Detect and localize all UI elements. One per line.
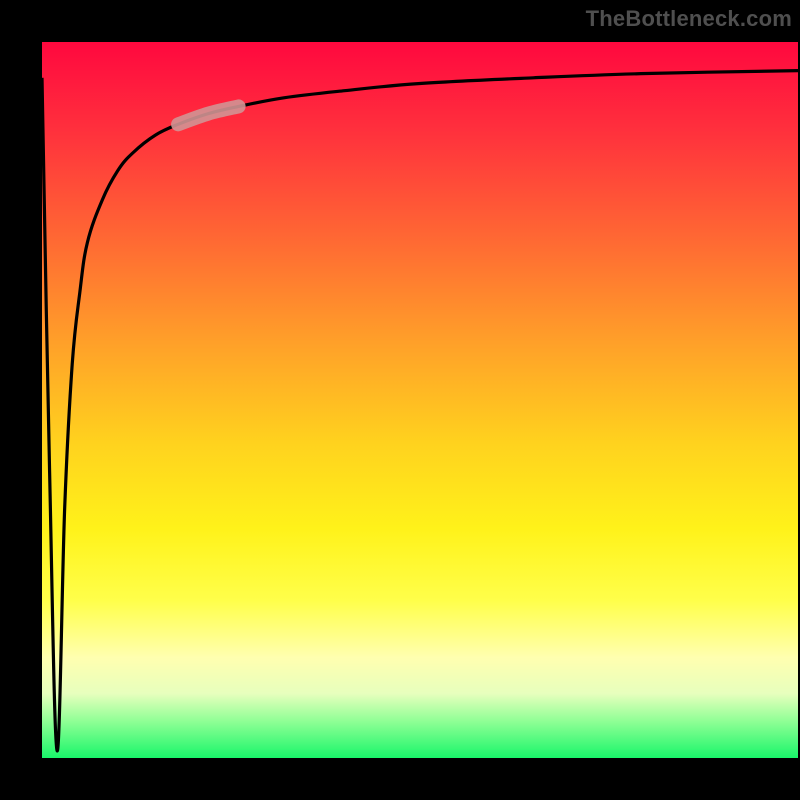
- plot-area: [42, 42, 798, 758]
- chart-frame: TheBottleneck.com: [0, 0, 800, 800]
- watermark-label: TheBottleneck.com: [586, 6, 792, 32]
